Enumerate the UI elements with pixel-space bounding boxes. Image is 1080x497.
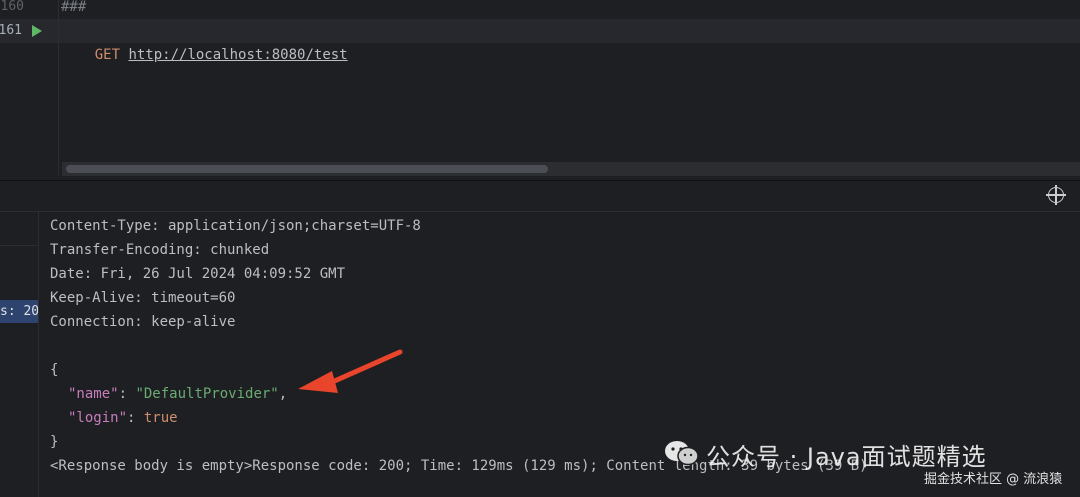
watermark-subtitle: 掘金技术社区 @ 流浪猿 [924, 472, 1063, 487]
response-header-line: Connection: keep-alive [50, 314, 236, 330]
json-boolean-value: true [143, 410, 178, 426]
code-line-separator[interactable]: ### [61, 0, 86, 19]
horizontal-scrollbar[interactable] [62, 162, 1080, 176]
gutter-separator [58, 0, 59, 175]
watermark-title: 公众号 · Java面试题精选 [706, 443, 987, 471]
json-key: "login" [68, 410, 128, 426]
gutter-line-161: 161 [0, 19, 56, 43]
response-header-line: Content-Type: application/json;charset=U… [50, 218, 421, 234]
response-header-line: Transfer-Encoding: chunked [50, 242, 270, 258]
scrollbar-thumb[interactable] [66, 165, 548, 173]
response-header-line: Keep-Alive: timeout=60 [50, 290, 236, 306]
json-string-value: "DefaultProvider" [135, 386, 279, 402]
response-header-line: Date: Fri, 26 Jul 2024 04:09:52 GMT [50, 266, 346, 282]
crosshair-icon[interactable] [1046, 185, 1066, 205]
json-comma: , [278, 386, 288, 402]
json-open-brace: { [50, 362, 59, 378]
line-number: 160 [0, 0, 24, 14]
response-panel-header [0, 181, 1080, 212]
response-history-rail: s: 200 [0, 212, 39, 497]
rail-divider [0, 245, 38, 246]
code-line-request[interactable]: GET http://localhost:8080/test [61, 19, 348, 63]
line-number: 161 [0, 23, 22, 38]
json-field-login: "login": true [68, 410, 178, 426]
json-key: "name" [68, 386, 119, 402]
wechat-logo-icon [665, 441, 699, 466]
json-field-name: "name": "DefaultProvider", [68, 386, 288, 402]
json-close-brace: } [50, 434, 59, 450]
gutter-line-160: 160 [0, 0, 56, 19]
annotation-arrow-icon [298, 349, 403, 393]
response-status-tab[interactable]: s: 200 [0, 300, 38, 323]
http-request-editor[interactable]: 160 ### 161 GET http://localhost:8080/te… [0, 0, 1080, 180]
run-request-icon[interactable] [32, 25, 42, 37]
request-url-link[interactable]: http://localhost:8080/test [128, 47, 347, 63]
http-method: GET [94, 47, 121, 63]
